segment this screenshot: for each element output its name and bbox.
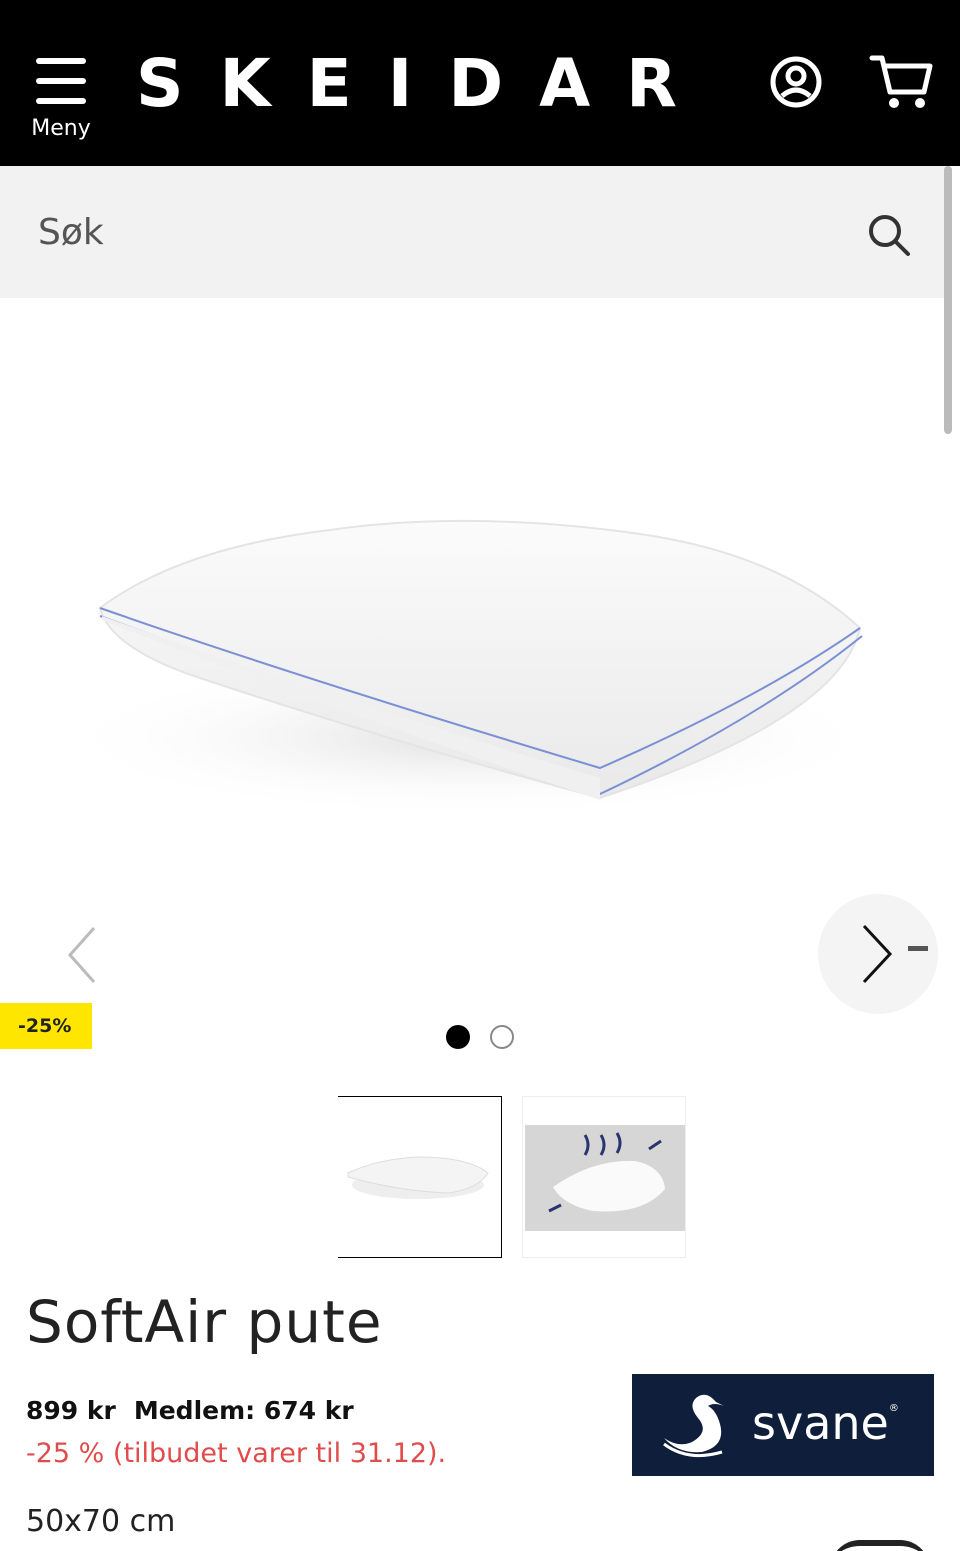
zoom-out-icon[interactable]	[908, 946, 928, 951]
member-price: Medlem: 674 kr	[133, 1396, 354, 1425]
site-logo[interactable]: SKEIDAR	[136, 44, 713, 124]
product-title: SoftAir pute	[26, 1288, 383, 1356]
product-gallery	[0, 298, 960, 1014]
swan-icon	[663, 1394, 724, 1458]
brand-logo[interactable]: svane®	[632, 1374, 934, 1476]
search-input[interactable]	[38, 202, 798, 262]
discount-badge: -25%	[0, 1003, 92, 1049]
chat-button-edge[interactable]	[830, 1540, 930, 1551]
hamburger-icon	[36, 58, 86, 104]
offer-text: -25 % (tilbudet varer til 31.12).	[26, 1438, 447, 1469]
thumbnail-2[interactable]	[522, 1096, 686, 1258]
slide-dot-2[interactable]	[490, 1025, 514, 1049]
cart-icon[interactable]	[868, 52, 934, 112]
account-icon[interactable]	[768, 54, 824, 110]
brand-name: svane®	[752, 1396, 899, 1450]
price-line: 899 kr Medlem: 674 kr	[26, 1396, 354, 1425]
next-slide-arrow[interactable]	[818, 894, 938, 1014]
site-header: Meny SKEIDAR	[0, 0, 960, 166]
product-image	[50, 519, 890, 818]
product-size: 50x70 cm	[26, 1504, 176, 1539]
search-icon[interactable]	[866, 212, 912, 258]
thumbnail-1[interactable]	[338, 1096, 502, 1258]
menu-button[interactable]: Meny	[28, 52, 94, 148]
search-bar	[0, 166, 946, 298]
previous-slide-arrow[interactable]	[40, 898, 130, 1008]
slide-dot-1[interactable]	[446, 1025, 470, 1049]
regular-price: 899 kr	[26, 1396, 116, 1425]
menu-label: Meny	[31, 116, 91, 141]
